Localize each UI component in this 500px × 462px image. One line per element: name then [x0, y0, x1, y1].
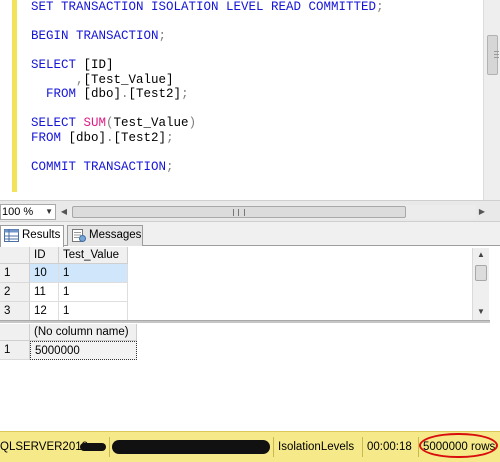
results-grid-1[interactable]: ID Test_Value 1 10 1 2 11 1 3 12 1: [0, 247, 475, 321]
sql-token: [Test2]: [113, 130, 167, 145]
sql-token: ;: [166, 130, 174, 145]
grid-vertical-scrollbar[interactable]: ▲ ▼: [472, 248, 489, 320]
zoom-dropdown[interactable]: 100 % ▼: [0, 204, 56, 220]
grid-icon: [4, 229, 19, 242]
status-database: IsolationLevels: [278, 441, 355, 453]
sql-keyword: SELECT: [31, 116, 84, 130]
grid-splitter[interactable]: [0, 320, 490, 323]
editor-scroll-thumb[interactable]: [487, 35, 499, 75]
sql-token: [dbo]: [68, 130, 107, 145]
sql-keyword: SET TRANSACTION ISOLATION LEVEL READ COM…: [31, 0, 377, 14]
scroll-up-icon[interactable]: ▲: [473, 248, 489, 262]
sql-token: ): [188, 116, 197, 130]
sql-token: [Test2]: [128, 87, 182, 101]
sql-token: ;: [166, 159, 174, 174]
editor-vertical-scrollbar[interactable]: [483, 0, 500, 200]
column-header[interactable]: Test_Value: [59, 247, 128, 264]
sql-token: ;: [181, 87, 189, 101]
tab-results[interactable]: Results: [0, 225, 64, 247]
sql-token: ;: [376, 0, 384, 14]
sql-keyword: FROM: [31, 87, 84, 101]
code-line[interactable]: SET TRANSACTION ISOLATION LEVEL READ COM…: [31, 0, 481, 15]
redaction-mark: [80, 443, 106, 451]
scroll-down-icon[interactable]: ▼: [473, 305, 489, 319]
sql-token: (: [106, 116, 114, 130]
grid-cell[interactable]: 12: [30, 302, 59, 321]
grid-scroll-thumb[interactable]: [475, 265, 487, 281]
results-tab-strip: Results Messages: [0, 222, 500, 247]
results-grid-2[interactable]: (No column name) 1 5000000: [0, 324, 490, 424]
scroll-track[interactable]: [70, 205, 476, 219]
sql-token: [dbo]: [83, 87, 122, 101]
sql-code[interactable]: SET TRANSACTION ISOLATION LEVEL READ COM…: [31, 0, 481, 174]
grid-corner[interactable]: [0, 324, 30, 341]
code-line[interactable]: [31, 15, 481, 30]
scroll-right-icon[interactable]: ▶: [476, 204, 488, 220]
code-line[interactable]: [31, 102, 481, 117]
grid-cell[interactable]: 5000000: [30, 341, 137, 360]
sql-keyword: SELECT: [31, 58, 84, 72]
change-tracking-bar: [12, 0, 17, 192]
tab-messages-label: Messages: [89, 229, 142, 241]
redaction-mark: [112, 440, 270, 454]
sql-keyword: FROM: [31, 130, 69, 145]
grid-cell[interactable]: 1: [59, 302, 128, 321]
tab-results-label: Results: [22, 229, 61, 241]
grid-corner[interactable]: [0, 247, 30, 264]
status-elapsed-time: 00:00:18: [367, 441, 412, 453]
code-line[interactable]: SELECT SUM(Test_Value): [31, 116, 481, 131]
code-line[interactable]: COMMIT TRANSACTION;: [31, 160, 481, 175]
row-header[interactable]: 3: [0, 302, 30, 321]
zoom-value: 100 %: [2, 206, 34, 218]
row-header[interactable]: 1: [0, 341, 30, 360]
scroll-left-icon[interactable]: ◀: [58, 204, 70, 220]
horizontal-scroll-thumb[interactable]: [72, 206, 406, 218]
sql-token: Test_Value: [113, 116, 189, 130]
editor-horizontal-scrollbar[interactable]: ◀ ▶: [58, 204, 488, 220]
messages-icon: [72, 229, 86, 242]
code-line[interactable]: [31, 44, 481, 59]
grip-icon: [233, 209, 245, 216]
code-line[interactable]: BEGIN TRANSACTION;: [31, 29, 481, 44]
grid-cell[interactable]: 1: [59, 283, 128, 302]
code-line[interactable]: [31, 145, 481, 160]
sql-token: [Test_Value]: [83, 72, 174, 87]
sql-token: ,: [31, 72, 84, 87]
code-line[interactable]: SELECT [ID]: [31, 58, 481, 73]
sql-function: SUM: [83, 116, 107, 130]
query-editor[interactable]: SET TRANSACTION ISOLATION LEVEL READ COM…: [0, 0, 500, 200]
sql-keyword: COMMIT TRANSACTION: [31, 159, 167, 174]
grid-cell[interactable]: 11: [30, 283, 59, 302]
sql-token: ;: [158, 29, 167, 43]
grid-cell[interactable]: 10: [30, 264, 59, 283]
sql-token: [ID]: [83, 58, 114, 72]
highlight-circle-annotation: [419, 433, 498, 458]
editor-status-strip: 100 % ▼ ◀ ▶: [0, 200, 500, 222]
grid-cell[interactable]: 1: [59, 264, 128, 283]
sql-token: .: [106, 130, 114, 145]
sql-keyword: BEGIN TRANSACTION: [31, 29, 159, 43]
column-header[interactable]: (No column name): [30, 324, 137, 341]
tab-messages[interactable]: Messages: [67, 225, 143, 246]
code-line[interactable]: ,[Test_Value]: [31, 73, 481, 88]
column-header[interactable]: ID: [30, 247, 59, 264]
dropdown-arrow-icon[interactable]: ▼: [45, 205, 53, 219]
code-line[interactable]: FROM [dbo].[Test2];: [31, 87, 481, 102]
row-header[interactable]: 1: [0, 264, 30, 283]
code-line[interactable]: FROM [dbo].[Test2];: [31, 131, 481, 146]
row-header[interactable]: 2: [0, 283, 30, 302]
sql-token: .: [121, 87, 129, 101]
